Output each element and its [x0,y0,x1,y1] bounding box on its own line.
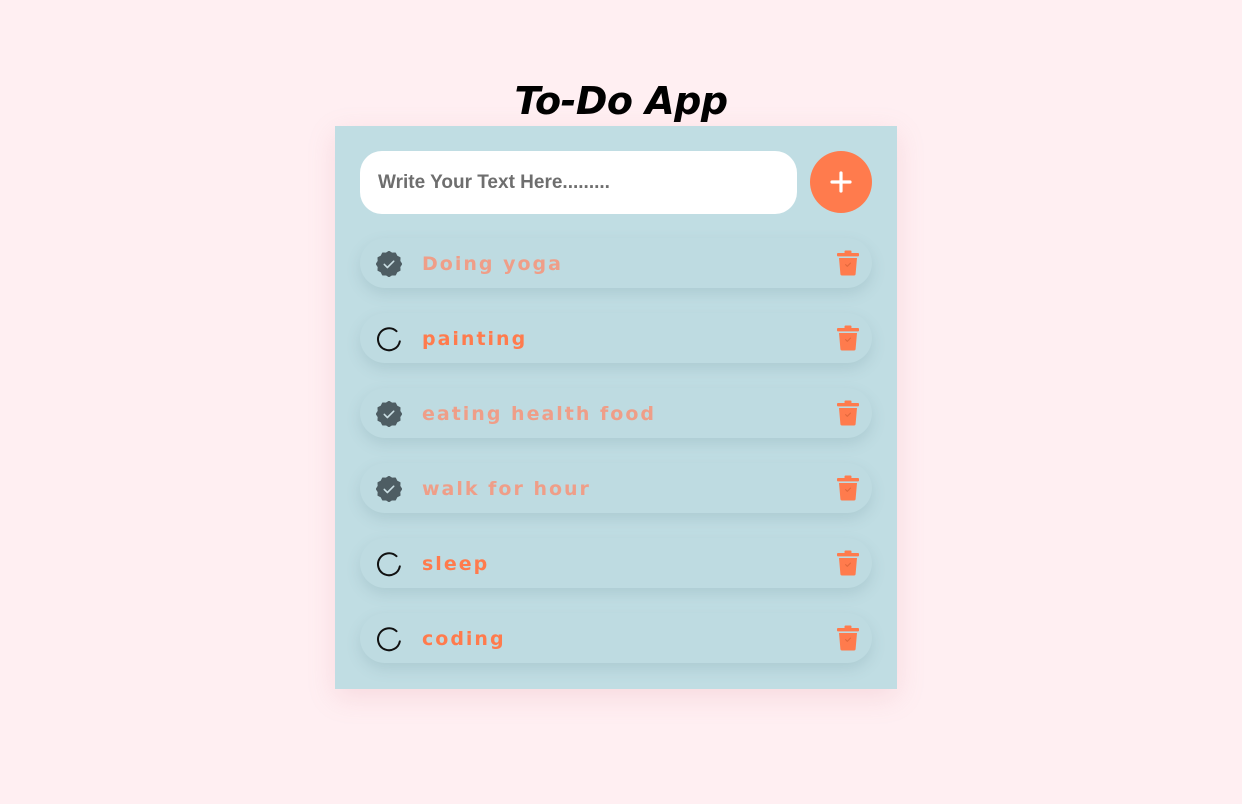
checked-badge-icon [375,400,403,428]
todo-panel: Doing yoga painting eating health food w… [335,126,897,689]
trash-icon [837,625,859,651]
task-item: Doing yoga [360,238,872,288]
task-status-toggle[interactable] [376,626,402,652]
task-item: coding [360,613,872,663]
delete-task-button[interactable] [836,400,860,426]
task-label: walk for hour [422,478,591,500]
task-item: painting [360,313,872,363]
circle-icon [377,552,401,577]
delete-task-button[interactable] [836,250,860,276]
delete-task-button[interactable] [836,475,860,501]
task-label: eating health food [422,403,656,425]
task-item: eating health food [360,388,872,438]
task-status-toggle[interactable] [375,400,403,428]
task-label: sleep [422,553,490,575]
task-label: painting [422,328,528,350]
trash-icon [837,550,859,576]
task-item: walk for hour [360,463,872,513]
checked-badge-icon [375,250,403,278]
task-label: Doing yoga [422,253,563,275]
task-label: coding [422,628,506,650]
task-item: sleep [360,538,872,588]
page-title: To-Do App [514,79,728,123]
circle-icon [377,627,401,652]
circle-icon [377,327,401,352]
delete-task-button[interactable] [836,550,860,576]
plus-icon [830,171,852,193]
trash-icon [837,250,859,276]
task-status-toggle[interactable] [376,551,402,577]
add-task-button[interactable] [810,151,872,213]
task-status-toggle[interactable] [376,326,402,352]
trash-icon [837,325,859,351]
trash-icon [837,475,859,501]
delete-task-button[interactable] [836,625,860,651]
checked-badge-icon [375,475,403,503]
task-list: Doing yoga painting eating health food w… [360,238,872,688]
task-status-toggle[interactable] [375,475,403,503]
task-status-toggle[interactable] [375,250,403,278]
delete-task-button[interactable] [836,325,860,351]
task-input-row [360,151,872,214]
task-input[interactable] [360,151,797,214]
trash-icon [837,400,859,426]
